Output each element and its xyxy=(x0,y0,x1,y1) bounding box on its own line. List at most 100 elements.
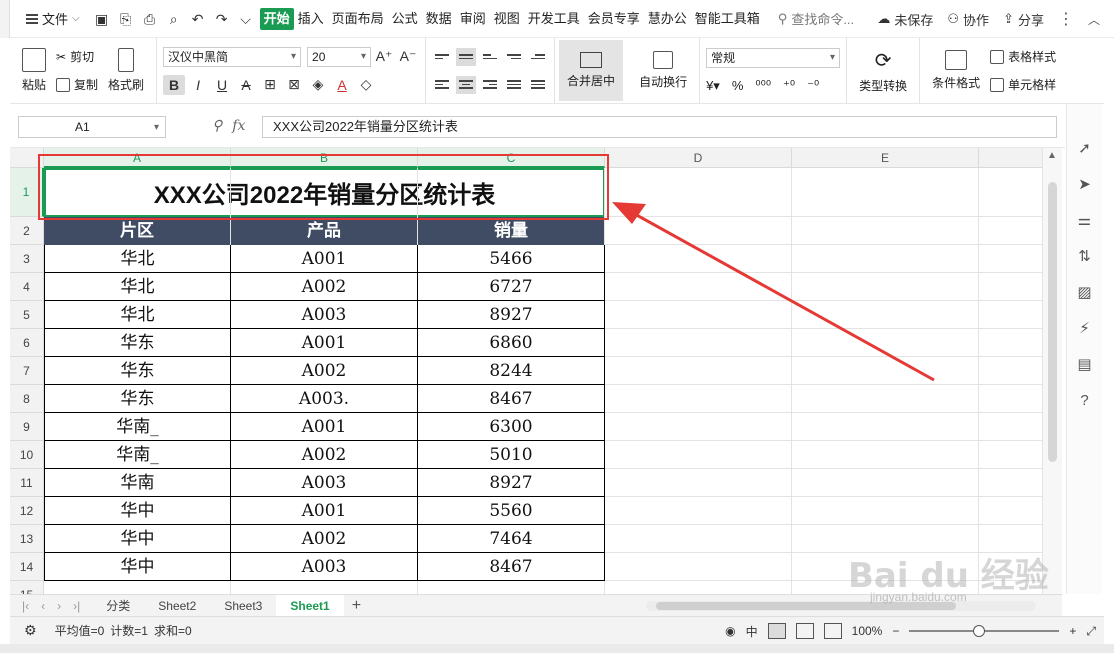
align-left-icon[interactable] xyxy=(432,76,452,94)
table-cell[interactable]: A001 xyxy=(231,413,418,441)
strikethrough-button[interactable]: A xyxy=(235,75,257,95)
zoom-value[interactable]: 100% xyxy=(852,624,883,638)
table-cell[interactable]: 7464 xyxy=(418,525,605,553)
table-cell[interactable]: 6300 xyxy=(418,413,605,441)
align-middle-icon[interactable] xyxy=(456,47,477,66)
image-icon[interactable]: ▨ xyxy=(1076,284,1094,302)
table-cell[interactable]: 华北 xyxy=(44,245,231,273)
decrease-font-icon[interactable]: A⁻ xyxy=(397,47,419,67)
lightning-icon[interactable]: ⚡ xyxy=(1076,320,1094,338)
table-cell[interactable]: 华南_ xyxy=(44,413,231,441)
table-cell[interactable]: A003 xyxy=(231,469,418,497)
share-button[interactable]: ⇪ 分享 xyxy=(1003,10,1044,29)
column-header[interactable]: E xyxy=(792,148,979,168)
sheet-tab[interactable]: Sheet3 xyxy=(210,595,276,617)
scroll-thumb[interactable] xyxy=(1048,182,1057,462)
table-cell[interactable]: 8467 xyxy=(418,385,605,413)
font-color-icon[interactable]: A xyxy=(331,75,353,95)
last-sheet-icon[interactable]: ›| xyxy=(73,599,80,613)
sheet-tab[interactable]: Sheet2 xyxy=(144,595,210,617)
help-icon[interactable]: ? xyxy=(1076,392,1094,410)
table-cell[interactable]: A002 xyxy=(231,441,418,469)
paste-button[interactable]: 粘贴 xyxy=(16,40,52,101)
table-cell[interactable]: A002 xyxy=(231,525,418,553)
export-icon[interactable]: ⎘ xyxy=(118,11,134,27)
row-header[interactable]: 4 xyxy=(10,273,44,301)
row-header[interactable]: 14 xyxy=(10,553,44,581)
table-cell[interactable]: A003 xyxy=(231,301,418,329)
unsaved-button[interactable]: ☁ 未保存 xyxy=(877,10,933,29)
row-header[interactable]: 5 xyxy=(10,301,44,329)
indent-decrease-icon[interactable] xyxy=(504,48,524,66)
command-search[interactable]: ⚲ 查找命令... xyxy=(778,9,854,28)
percent-icon[interactable]: % xyxy=(732,78,744,93)
next-sheet-icon[interactable]: › xyxy=(57,599,61,613)
table-cell[interactable]: A003 xyxy=(231,553,418,581)
table-cell[interactable]: 8927 xyxy=(418,301,605,329)
align-right-icon[interactable] xyxy=(480,76,500,94)
row-header[interactable]: 15 xyxy=(10,581,44,594)
currency-icon[interactable]: ¥▾ xyxy=(706,78,720,94)
table-cell[interactable]: A002 xyxy=(231,357,418,385)
scroll-up-icon[interactable]: ▲ xyxy=(1047,150,1057,161)
sheet-tab[interactable]: 分类 xyxy=(92,595,144,617)
borders-icon[interactable]: ⊞ xyxy=(259,75,281,95)
tab-9[interactable]: 慧办公 xyxy=(644,8,691,30)
tab-10[interactable]: 智能工具箱 xyxy=(691,8,764,30)
bold-button[interactable]: B xyxy=(163,74,186,95)
indent-increase-icon[interactable] xyxy=(528,48,548,66)
more-vertical-icon[interactable]: ⋮ xyxy=(1058,9,1074,29)
rocket-icon[interactable]: ➚ xyxy=(1076,140,1094,158)
tab-8[interactable]: 会员专享 xyxy=(584,8,644,30)
print-preview-icon[interactable]: ⌕ xyxy=(166,11,182,27)
table-header-cell[interactable]: 片区 xyxy=(44,217,231,245)
tab-7[interactable]: 开发工具 xyxy=(524,8,584,30)
sheet-tab[interactable]: Sheet1 xyxy=(276,594,344,617)
table-cell[interactable]: 华中 xyxy=(44,553,231,581)
table-cell[interactable]: 华中 xyxy=(44,525,231,553)
align-bottom-icon[interactable] xyxy=(480,48,500,66)
table-header-cell[interactable]: 产品 xyxy=(231,217,418,245)
formula-input[interactable]: XXX公司2022年销量分区统计表 xyxy=(262,116,1057,138)
tab-0[interactable]: 开始 xyxy=(259,7,294,30)
cut-button[interactable]: ✂ 剪切 xyxy=(56,48,98,66)
first-sheet-icon[interactable]: |‹ xyxy=(22,599,29,613)
table-cell[interactable]: A001 xyxy=(231,329,418,357)
table-cell[interactable]: 华中 xyxy=(44,497,231,525)
tab-2[interactable]: 页面布局 xyxy=(328,8,388,30)
table-cell[interactable]: 5466 xyxy=(418,245,605,273)
underline-button[interactable]: U xyxy=(211,75,233,95)
table-style-button[interactable]: 表格样式 xyxy=(990,48,1056,66)
vertical-scrollbar[interactable]: ▲ xyxy=(1042,148,1062,594)
add-sheet-icon[interactable]: + xyxy=(344,597,369,615)
prev-sheet-icon[interactable]: ‹ xyxy=(41,599,45,613)
save-icon[interactable]: ▣ xyxy=(94,11,110,27)
table-cell[interactable]: 华北 xyxy=(44,301,231,329)
table-cell[interactable]: 华东 xyxy=(44,357,231,385)
print-icon[interactable]: ⎙ xyxy=(142,11,158,27)
table-cell[interactable]: A001 xyxy=(231,497,418,525)
page-layout-view-button[interactable] xyxy=(795,623,814,639)
clear-format-icon[interactable]: ◇ xyxy=(355,75,377,95)
format-painter-button[interactable]: 格式刷 xyxy=(102,40,150,101)
copy-button[interactable]: 复制 xyxy=(56,76,98,94)
tab-3[interactable]: 公式 xyxy=(388,8,422,30)
book-icon[interactable]: ▤ xyxy=(1076,356,1094,374)
table-cell[interactable]: 华东 xyxy=(44,329,231,357)
redo-icon[interactable]: ↷ xyxy=(214,11,230,27)
fx-icon[interactable]: fx xyxy=(232,118,245,134)
thousands-icon[interactable]: ⁰⁰⁰ xyxy=(755,78,771,94)
align-top-icon[interactable] xyxy=(432,48,452,66)
number-format-select[interactable]: 常规 ▾ xyxy=(706,47,841,68)
table-cell[interactable]: 6860 xyxy=(418,329,605,357)
table-cell[interactable]: 8467 xyxy=(418,553,605,581)
table-cell[interactable]: 华东 xyxy=(44,385,231,413)
table-cell[interactable]: 5560 xyxy=(418,497,605,525)
increase-font-icon[interactable]: A⁺ xyxy=(373,47,395,67)
zoom-slider[interactable] xyxy=(909,625,1060,637)
tab-6[interactable]: 视图 xyxy=(490,8,524,30)
zoom-search-icon[interactable]: ⚲ xyxy=(212,118,222,134)
font-size-select[interactable]: 20 ▾ xyxy=(307,46,372,67)
zoom-knob[interactable] xyxy=(973,625,986,637)
row-header[interactable]: 7 xyxy=(10,357,44,385)
